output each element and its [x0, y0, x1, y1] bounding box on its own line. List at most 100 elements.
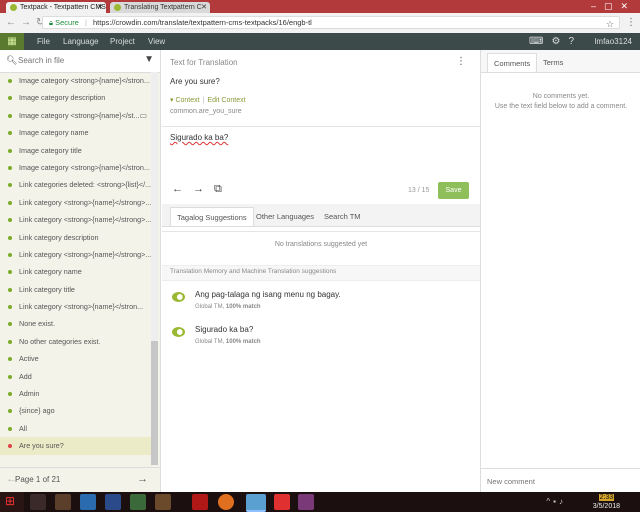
media-player-icon[interactable]: [105, 494, 121, 510]
close-icon[interactable]: ✕: [201, 2, 207, 13]
tab-search-tm[interactable]: Search TM: [318, 207, 367, 226]
more-options-icon[interactable]: ⋮: [456, 56, 466, 67]
list-item[interactable]: Image category name: [0, 124, 151, 141]
tab-tagalog-suggestions[interactable]: Tagalog Suggestions: [170, 207, 254, 226]
list-item[interactable]: Link category <strong>{name}</stron...: [0, 298, 151, 315]
list-item[interactable]: Link category <strong>{name}</strong>...: [0, 211, 151, 228]
list-item[interactable]: Admin: [0, 385, 151, 402]
menu-file[interactable]: File: [37, 33, 50, 50]
keyboard-icon[interactable]: ⌨: [529, 36, 551, 47]
browser-tab-translating[interactable]: Translating Textpattern C ✕: [110, 2, 210, 13]
list-item-selected[interactable]: Are you sure?: [0, 437, 151, 455]
scrollbar-thumb[interactable]: [151, 341, 158, 465]
list-item[interactable]: Link category title: [0, 281, 151, 298]
app-icon[interactable]: [155, 494, 171, 510]
header-icons[interactable]: ⌨⚙?: [529, 33, 582, 50]
clock[interactable]: 2:33 3/5/2018: [593, 493, 620, 511]
menu-view[interactable]: View: [148, 33, 165, 50]
save-button[interactable]: Save: [438, 182, 469, 199]
url-field[interactable]: 🔒︎ Secure | https://crowdin.com/translat…: [42, 16, 620, 29]
list-item[interactable]: None exist.: [0, 315, 151, 332]
new-comment-input[interactable]: [487, 475, 627, 487]
app-icon[interactable]: [130, 494, 146, 510]
comment-icon: ▭: [139, 110, 147, 120]
list-item[interactable]: Link category description: [0, 229, 151, 246]
help-icon[interactable]: ?: [568, 36, 582, 47]
search-icon[interactable]: [30, 494, 46, 510]
list-item[interactable]: Active: [0, 350, 151, 367]
browser-menu-icon[interactable]: ⋮: [626, 17, 636, 28]
list-item-label: Admin: [19, 389, 40, 399]
tab-label: Textpack - Textpattern CMS: [20, 4, 106, 11]
menu-language[interactable]: Language: [63, 33, 99, 50]
app-header: ▦ File Language Project View ⌨⚙? lmfao31…: [0, 33, 640, 50]
list-item[interactable]: Image category title: [0, 142, 151, 159]
new-comment-box: [481, 468, 640, 493]
app-icon[interactable]: [298, 494, 314, 510]
list-item[interactable]: Image category <strong>{name}</stron...: [0, 72, 151, 89]
translated-status-icon: [8, 322, 12, 327]
list-item[interactable]: {since} ago: [0, 402, 151, 419]
username[interactable]: lmfao3124: [595, 33, 632, 50]
apps-grid-icon[interactable]: ▦: [0, 33, 24, 50]
list-item[interactable]: All: [0, 420, 151, 437]
source-text: Are you sure?: [170, 77, 220, 86]
tab-comments[interactable]: Comments: [487, 53, 538, 72]
tm-source: Global TM,: [195, 339, 225, 345]
context-link[interactable]: Context: [175, 97, 199, 104]
edit-context-link[interactable]: Edit Context: [207, 97, 245, 104]
translation-panel: Text for Translation ⋮ Are you sure? ▾ C…: [162, 50, 480, 492]
list-item[interactable]: Link category <strong>{name}</strong>...: [0, 246, 151, 263]
list-item[interactable]: Link category name: [0, 263, 151, 280]
copy-source-icon[interactable]: ⧉: [214, 183, 232, 195]
browser-tab-textpack[interactable]: Textpack - Textpattern CMS ✕: [6, 2, 106, 13]
list-item-label: Add: [19, 371, 32, 381]
list-item-label: Link category title: [19, 284, 75, 294]
list-item[interactable]: Image category <strong>{name}</st... ▭: [0, 107, 151, 124]
filter-icon[interactable]: ▼: [144, 54, 154, 65]
translation-text[interactable]: Sigurado ka ba?: [170, 133, 228, 142]
string-list: Image category <strong>{name}</stron... …: [0, 72, 151, 455]
translated-status-icon: [8, 339, 12, 344]
translated-status-icon: [8, 252, 12, 257]
tm-suggestion[interactable]: Sigurado ka ba? Global TM, 100% match: [162, 323, 480, 357]
list-item[interactable]: Image category description: [0, 89, 151, 106]
list-item[interactable]: Link categories deleted: <strong>{list}<…: [0, 176, 151, 193]
next-page-icon[interactable]: →: [137, 473, 148, 485]
window-controls[interactable]: –▢✕: [591, 1, 636, 12]
menu-project[interactable]: Project: [110, 33, 135, 50]
app-icon[interactable]: [274, 494, 290, 510]
system-tray[interactable]: ^▪♪: [546, 497, 566, 506]
tab-other-languages[interactable]: Other Languages: [250, 207, 320, 226]
char-counter: 13 / 15: [408, 187, 430, 194]
translated-status-icon: [8, 409, 12, 414]
list-item[interactable]: No other categories exist.: [0, 333, 151, 350]
tm-suggestion[interactable]: Ang pag-talaga ng isang menu ng bagay. G…: [162, 288, 480, 322]
arrow-left-icon[interactable]: ←: [172, 183, 193, 195]
start-button[interactable]: ⊞: [0, 492, 24, 512]
taskbar: ⊞ ^▪♪ 2:33 3/5/2018: [0, 492, 640, 512]
search-input[interactable]: [18, 54, 128, 67]
list-item-label: Link category <strong>{name}</strong>...: [19, 215, 151, 225]
arrow-right-icon[interactable]: →: [193, 183, 214, 195]
list-item-label: Active: [19, 354, 39, 364]
strings-panel: 🔍︎ ▼ Image category <strong>{name}</stro…: [0, 50, 161, 493]
list-item-label: Link category name: [19, 267, 82, 277]
close-icon[interactable]: ✕: [97, 2, 103, 13]
list-item[interactable]: Add: [0, 368, 151, 385]
star-icon[interactable]: ☆: [606, 18, 614, 30]
tab-terms[interactable]: Terms: [537, 53, 569, 72]
tab-label: Translating Textpattern C: [124, 4, 202, 11]
page-indicator: Page 1 of 21: [15, 475, 61, 484]
gear-icon[interactable]: ⚙: [551, 36, 568, 47]
chrome-icon[interactable]: [246, 494, 266, 512]
game-launcher-icon[interactable]: [192, 494, 208, 510]
list-item[interactable]: Image category <strong>{name}</stron...: [0, 159, 151, 176]
secure-label: Secure: [55, 18, 79, 27]
file-explorer-icon[interactable]: [55, 494, 71, 510]
list-item[interactable]: Link category <strong>{name}</strong>...: [0, 194, 151, 211]
firefox-icon[interactable]: [218, 494, 234, 510]
list-item-label: No other categories exist.: [19, 336, 101, 346]
chevron-down-icon: ▾: [170, 97, 174, 104]
store-icon[interactable]: [80, 494, 96, 510]
